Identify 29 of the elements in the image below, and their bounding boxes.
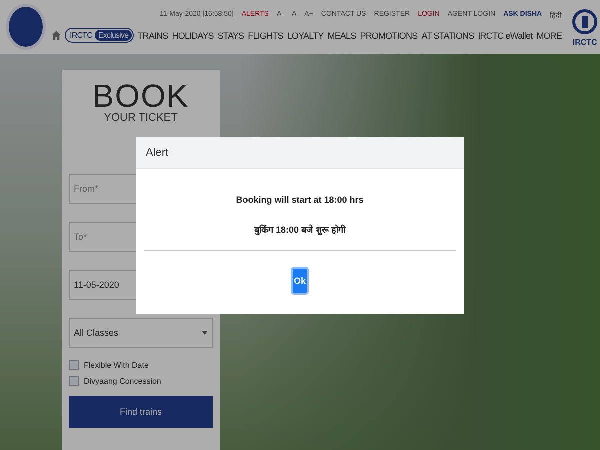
nav-item[interactable]: STAYS: [218, 30, 244, 40]
nav-item[interactable]: IRCTC eWallet: [478, 30, 533, 40]
nav-item[interactable]: MORE: [536, 30, 562, 40]
exclusive-badge[interactable]: IRCTC Exclusive: [65, 28, 134, 43]
checkbox-label: Divyaang Concession: [84, 376, 162, 386]
logo-text: IRCTC: [572, 38, 598, 46]
nav-item[interactable]: PROMOTIONS: [360, 30, 418, 40]
book-subtitle: YOUR TICKET: [103, 112, 179, 124]
checkbox[interactable]: [69, 360, 79, 370]
book-title: BOOK: [92, 80, 190, 112]
checkbox-label: Flexible With Date: [84, 360, 149, 370]
home-icon[interactable]: [52, 31, 61, 40]
nav-item[interactable]: MEALS: [328, 30, 356, 40]
caret-icon: [202, 331, 208, 335]
class-select[interactable]: All Classes: [69, 318, 213, 348]
nav-item[interactable]: HOLIDAYS: [172, 30, 214, 40]
nav-item[interactable]: TRAINS: [138, 30, 168, 40]
find-trains-button[interactable]: Find trains: [69, 396, 213, 428]
ok-button[interactable]: Ok: [291, 267, 309, 295]
alert-message: बुकिंग 18:00 बजे शुरू होगी: [254, 224, 346, 236]
nav-item[interactable]: LOYALTY: [287, 30, 324, 40]
class-value: All Classes: [74, 328, 119, 338]
dialog-title: Alert: [136, 137, 464, 169]
nav-item[interactable]: AT STATIONS: [422, 30, 474, 40]
alert-message: Booking will start at 18:00 hrs: [236, 195, 364, 205]
checkbox[interactable]: [69, 376, 79, 386]
nav-item[interactable]: FLIGHTS: [248, 30, 284, 40]
logo-icon: [572, 8, 598, 38]
emblem-logo: [6, 4, 46, 50]
